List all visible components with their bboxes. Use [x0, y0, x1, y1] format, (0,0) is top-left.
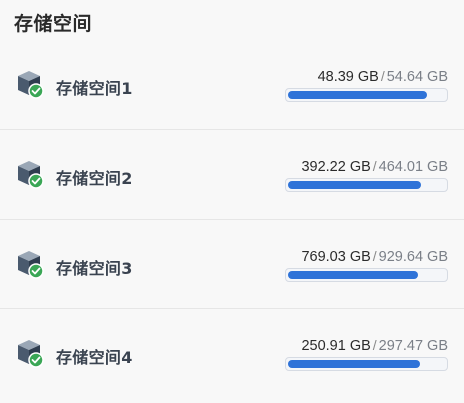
volume-usage-text: 769.03 GB/929.64 GB [301, 248, 448, 265]
volume-name: 存储空间1 [56, 79, 133, 98]
usage-bar-fill [288, 360, 421, 368]
check-circle-icon [28, 352, 44, 368]
volume-used: 769.03 GB [301, 248, 371, 265]
volume-total: 54.64 GB [386, 69, 448, 85]
volume-name: 存储空间2 [56, 169, 133, 188]
check-circle-icon [28, 262, 44, 279]
volume-usage-text: 392.22 GB/464.01 GB [301, 158, 448, 175]
panel-title: 存储空间 [14, 13, 93, 35]
volume-usage-text: 48.39 GB/54.64 GB [318, 68, 448, 85]
volume-row[interactable]: 存储空间1 48.39 GB/54.64 GB [0, 40, 464, 129]
usage-bar-fill [288, 181, 421, 189]
usage-separator: / [372, 247, 377, 264]
storage-volume-icon [15, 69, 45, 99]
usage-separator: / [372, 158, 377, 174]
volume-used: 392.22 GB [301, 159, 371, 175]
usage-bar [285, 178, 448, 192]
volume-row[interactable]: 存储空间3 769.03 GB/929.64 GB [0, 218, 464, 309]
volume-total: 297.47 GB [378, 338, 448, 354]
usage-bar [285, 267, 448, 282]
usage-bar [285, 88, 448, 102]
storage-volume-icon [15, 159, 45, 189]
usage-bar-fill [288, 91, 428, 99]
volume-name: 存储空间3 [56, 258, 133, 278]
storage-volume-icon [15, 249, 45, 279]
volume-used: 250.91 GB [301, 338, 371, 354]
storage-panel: 存储空间 存储空间1 48.39 GB/54.64 GB 存储空间2 392.2… [0, 0, 464, 403]
usage-separator: / [380, 68, 385, 84]
volume-usage-text: 250.91 GB/297.47 GB [301, 337, 448, 354]
volume-list: 存储空间1 48.39 GB/54.64 GB 存储空间2 392.22 GB … [0, 40, 464, 398]
volume-row[interactable]: 存储空间4 250.91 GB/297.47 GB [0, 308, 464, 398]
volume-total: 464.01 GB [378, 159, 448, 175]
usage-bar [285, 357, 448, 371]
storage-volume-icon [15, 338, 45, 368]
volume-row[interactable]: 存储空间2 392.22 GB/464.01 GB [0, 129, 464, 219]
volume-used: 48.39 GB [317, 69, 379, 85]
volume-total: 929.64 GB [378, 248, 448, 265]
usage-bar-fill [288, 270, 418, 279]
volume-name: 存储空间4 [56, 348, 133, 367]
check-circle-icon [28, 83, 44, 99]
check-circle-icon [28, 173, 44, 189]
usage-separator: / [372, 337, 377, 353]
